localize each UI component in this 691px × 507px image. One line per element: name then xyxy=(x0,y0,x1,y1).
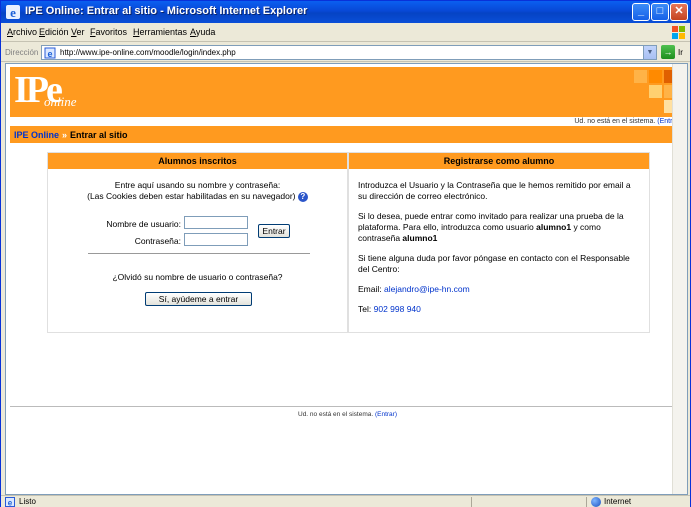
menu-bar: Archivo Edición Ver Favoritos Herramient… xyxy=(1,23,690,42)
breadcrumb: IPE Online» Entrar al sitio xyxy=(10,126,682,143)
breadcrumb-separator: » xyxy=(62,130,68,140)
register-para2: Si lo desea, puede entrar como invitado … xyxy=(358,211,641,244)
login-link-bottom[interactable]: (Entrar) xyxy=(375,411,397,418)
email-label: Email: xyxy=(358,284,382,294)
login-status-bottom: Ud. no está en el sistema. (Entrar) xyxy=(6,411,687,418)
email-line: Email: alejandro@ipe-hn.com xyxy=(358,284,641,295)
svg-text:e: e xyxy=(10,5,16,20)
menu-ayuda[interactable]: Ayuda xyxy=(190,27,215,37)
svg-text:e: e xyxy=(8,499,13,507)
page-done-icon: e xyxy=(5,497,15,507)
minimize-button[interactable]: _ xyxy=(632,3,650,21)
tel-line: Tel: 902 998 940 xyxy=(358,304,641,315)
register-para3: Si tiene alguna duda por favor póngase e… xyxy=(358,253,630,274)
internet-zone-icon: Internet xyxy=(591,497,631,507)
login-button[interactable]: Entrar xyxy=(258,224,290,238)
internet-explorer-icon: e xyxy=(6,5,20,20)
username-input[interactable] xyxy=(184,216,248,229)
footer-divider xyxy=(10,406,682,407)
email-link[interactable]: alejandro@ipe-hn.com xyxy=(384,284,470,294)
address-url: http://www.ipe-online.com/moodle/login/i… xyxy=(60,48,236,57)
menu-ver[interactable]: Ver xyxy=(71,27,85,37)
browser-window: e IPE Online: Entrar al sitio - Microsof… xyxy=(0,0,691,507)
divider xyxy=(88,253,310,254)
register-para1: Introduzca el Usuario y la Contraseña qu… xyxy=(358,180,631,201)
guest-username: alumno1 xyxy=(536,222,572,232)
page-icon: e xyxy=(44,47,56,59)
close-button[interactable]: ✕ xyxy=(670,3,688,21)
address-bar: Dirección e http://www.ipe-online.com/mo… xyxy=(1,43,690,62)
menu-herramientas[interactable]: Herramientas xyxy=(133,27,187,37)
tel-link[interactable]: 902 998 940 xyxy=(374,304,421,314)
menu-archivo[interactable]: Archivo xyxy=(7,27,37,37)
address-dropdown-icon[interactable]: ▼ xyxy=(643,46,656,59)
login-intro-line2: (Las Cookies deben estar habilitadas en … xyxy=(87,191,296,201)
login-panel-heading: Alumnos inscritos xyxy=(48,153,347,169)
status-bar: e Listo Internet xyxy=(1,495,690,507)
register-panel-heading: Registrarse como alumno xyxy=(349,153,649,169)
login-panel: Alumnos inscritos Entre aquí usando su n… xyxy=(47,152,348,333)
svg-text:e: e xyxy=(47,49,52,59)
status-text: Listo xyxy=(19,497,36,506)
vertical-scrollbar[interactable] xyxy=(672,64,687,494)
login-status-text: Ud. no está en el sistema. xyxy=(574,118,656,125)
tel-label: Tel: xyxy=(358,304,372,314)
breadcrumb-home-link[interactable]: IPE Online xyxy=(14,130,59,140)
login-intro-line2-wrap: (Las Cookies deben estar habilitadas en … xyxy=(48,191,347,202)
go-label[interactable]: Ir xyxy=(678,48,683,57)
ipe-online-logo[interactable]: IPe online xyxy=(14,69,114,116)
status-separator xyxy=(586,497,587,507)
login-status-bottom-text: Ud. no está en el sistema. xyxy=(298,411,374,418)
site-header: IPe online xyxy=(10,67,682,117)
login-status-top: Ud. no está en el sistema. (Entrar) xyxy=(574,118,681,125)
window-title: IPE Online: Entrar al sitio - Microsoft … xyxy=(25,5,308,17)
status-separator xyxy=(471,497,472,507)
go-arrow-icon[interactable]: → xyxy=(661,45,675,59)
username-label: Nombre de usuario: xyxy=(106,219,181,229)
windows-logo-icon xyxy=(672,26,685,39)
logo-word: online xyxy=(44,94,77,109)
login-intro-line1: Entre aquí usando su nombre y contraseña… xyxy=(114,180,281,190)
title-bar: e IPE Online: Entrar al sitio - Microsof… xyxy=(1,1,690,23)
breadcrumb-current: Entrar al sitio xyxy=(70,130,128,140)
menu-favoritos[interactable]: Favoritos xyxy=(90,27,127,37)
page-viewport: IPe online Ud. no está en el sistema. (E… xyxy=(5,63,688,495)
password-label: Contraseña: xyxy=(134,236,181,246)
maximize-button[interactable]: □ xyxy=(651,3,669,21)
address-label: Dirección xyxy=(5,48,39,57)
address-input[interactable]: e http://www.ipe-online.com/moodle/login… xyxy=(41,45,657,60)
register-panel: Registrarse como alumno Introduzca el Us… xyxy=(348,152,650,333)
guest-password: alumno1 xyxy=(402,233,438,243)
forgot-text: ¿Olvidó su nombre de usuario o contraseñ… xyxy=(112,272,283,282)
help-icon[interactable]: ? xyxy=(297,191,308,202)
menu-edicion[interactable]: Edición xyxy=(39,27,69,37)
password-input[interactable] xyxy=(184,233,248,246)
forgot-help-button[interactable]: Sí, ayúdeme a entrar xyxy=(145,292,252,306)
